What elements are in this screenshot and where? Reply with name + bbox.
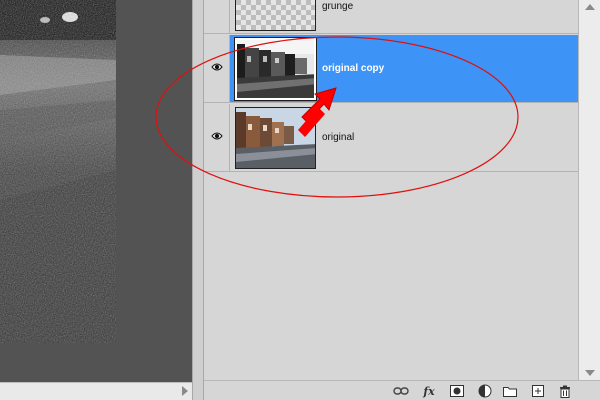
panel-divider[interactable]	[192, 0, 204, 400]
layer-thumbnail[interactable]	[234, 37, 317, 101]
visibility-toggle[interactable]	[204, 35, 230, 102]
scroll-right-icon[interactable]	[182, 386, 188, 396]
layer-row-original[interactable]: original	[204, 104, 578, 172]
layer-thumbnail[interactable]	[235, 107, 316, 169]
document-canvas[interactable]	[0, 0, 116, 343]
layer-name[interactable]: grunge	[322, 1, 353, 12]
street-bw-thumbnail	[237, 40, 314, 98]
eye-icon[interactable]	[211, 62, 223, 72]
street-color-thumbnail	[236, 108, 315, 168]
scroll-down-icon[interactable]	[585, 370, 595, 376]
layer-name[interactable]: original copy	[322, 63, 384, 74]
new-group-icon[interactable]	[501, 383, 519, 399]
eye-icon[interactable]	[211, 131, 223, 141]
layers-panel: grunge original copy original fx	[204, 0, 600, 400]
layer-thumbnail[interactable]	[235, 0, 316, 31]
scroll-up-icon[interactable]	[585, 4, 595, 10]
new-layer-icon[interactable]	[529, 383, 547, 399]
layers-toolbar: fx	[204, 380, 600, 400]
transparency-checker	[236, 0, 315, 30]
delete-layer-icon[interactable]	[556, 383, 574, 399]
grunge-street-image	[0, 0, 116, 343]
horizontal-scrollbar[interactable]	[0, 382, 192, 400]
link-layers-icon[interactable]	[392, 383, 410, 399]
vertical-scrollbar[interactable]	[578, 0, 600, 380]
visibility-toggle[interactable]	[204, 0, 230, 33]
layer-row-grunge[interactable]: grunge	[204, 0, 578, 34]
visibility-toggle[interactable]	[204, 104, 230, 171]
layer-name[interactable]: original	[322, 132, 354, 143]
document-canvas-area[interactable]	[0, 0, 192, 382]
layer-style-icon[interactable]: fx	[420, 383, 438, 399]
adjustment-layer-icon[interactable]	[476, 383, 494, 399]
layer-mask-icon[interactable]	[448, 383, 466, 399]
layer-row-original-copy[interactable]: original copy	[204, 35, 578, 103]
